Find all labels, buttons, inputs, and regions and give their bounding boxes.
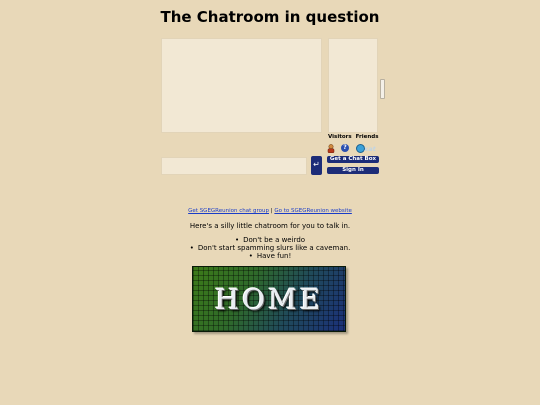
chat-user-list[interactable] — [328, 38, 378, 133]
user-list-scroll-handle[interactable] — [380, 79, 385, 99]
list-item: Have fun! — [0, 252, 540, 260]
help-icon[interactable]: ? — [341, 144, 349, 152]
link-separator: | — [270, 208, 273, 214]
send-button[interactable]: ↵ — [311, 156, 322, 175]
get-chat-box-button[interactable]: Get a Chat Box — [327, 156, 379, 163]
website-link[interactable]: Go to SGEGReunion website — [274, 208, 352, 214]
intro-text: Here's a silly little chatroom for you t… — [189, 222, 351, 230]
chat-message-area[interactable] — [161, 38, 322, 133]
chat-message-input[interactable] — [161, 157, 307, 175]
links-row: Get SGEGReunion chat group | Go to SGEGR… — [0, 208, 540, 214]
list-item: Don't start spamming slurs like a cavema… — [0, 244, 540, 252]
tab-friends[interactable]: Friends — [354, 134, 381, 140]
user-icon[interactable] — [327, 144, 335, 153]
tab-visitors[interactable]: Visitors — [326, 134, 354, 140]
list-item: Don't be a weirdo — [0, 236, 540, 244]
send-icon: ↵ — [313, 160, 320, 169]
xat-logo: xat — [364, 145, 376, 153]
rules-list: Don't be a weirdo Don't start spamming s… — [0, 236, 540, 260]
page-title: The Chatroom in question — [160, 8, 380, 26]
home-banner-link[interactable]: HOME — [192, 266, 346, 332]
chat-group-link[interactable]: Get SGEGReunion chat group — [188, 208, 269, 214]
home-banner-text: HOME — [214, 283, 324, 316]
user-list-tabs: Visitors Friends — [326, 134, 380, 140]
sign-in-button[interactable]: Sign In — [327, 167, 379, 174]
chat-toolbar: ? xat — [327, 144, 381, 154]
